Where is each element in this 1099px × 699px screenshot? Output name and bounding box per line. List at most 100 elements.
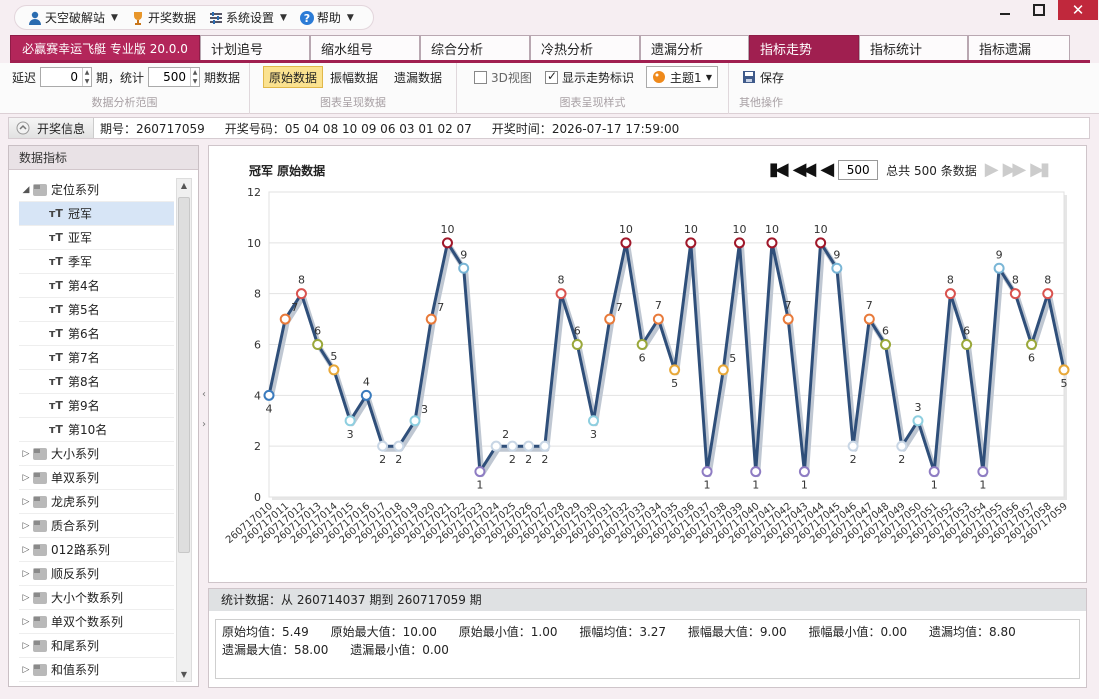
collapsed-triangle-icon[interactable]: ▷ (19, 569, 33, 579)
scroll-down-icon[interactable]: ▼ (177, 670, 191, 679)
missing-data-button[interactable]: 遗漏数据 (389, 66, 447, 88)
tree-group[interactable]: ▷ 大小个数系列 (19, 586, 174, 610)
theme-select[interactable]: 主题1 ▼ (646, 66, 718, 88)
tree-group[interactable]: ▷ 顺反系列 (19, 562, 174, 586)
minimize-button[interactable] (988, 0, 1022, 20)
tab-hot-cold[interactable]: 冷热分析 (530, 35, 640, 61)
tree-item[interactable]: ᴛT 季军 (19, 250, 174, 274)
chevron-right-icon[interactable]: › (200, 410, 208, 440)
tab-indicator-stats[interactable]: 指标统计 (859, 35, 968, 61)
menu-lottery-data[interactable]: 开奖数据 (126, 7, 200, 29)
tree-group[interactable]: ▷ 和尾系列 (19, 634, 174, 658)
show-marker-checkbox[interactable]: 显示走势标识 (540, 66, 639, 88)
tree-item[interactable]: ᴛT 第9名 (19, 394, 174, 418)
next-page-icon[interactable]: ▶ (985, 160, 999, 180)
collapsed-triangle-icon[interactable]: ▷ (19, 641, 33, 651)
collapsed-triangle-icon[interactable]: ▷ (19, 593, 33, 603)
tree-group-label: 大小个数系列 (51, 591, 124, 605)
count-stepper[interactable]: ▲▼ (148, 67, 201, 87)
maximize-button[interactable] (1022, 0, 1056, 20)
prev-fast-icon[interactable]: ◀◀ (793, 160, 817, 180)
tree-group-label: 龙虎系列 (51, 495, 100, 509)
data-label: 4 (266, 402, 273, 415)
view-3d-checkbox[interactable]: 3D视图 (469, 66, 537, 88)
svg-text:?: ? (304, 12, 310, 25)
page-size-input[interactable] (838, 160, 879, 180)
tree-item[interactable]: ᴛT 亚军 (19, 226, 174, 250)
data-point (474, 466, 486, 478)
data-label: 10 (733, 223, 747, 236)
chart-pager: ▮◀ ◀◀ ◀ 总共 500 条数据 ▶ ▶▶ ▶▮ (769, 158, 1050, 182)
tree-group[interactable]: ▷ 龙虎系列 (19, 490, 174, 514)
collapsed-triangle-icon[interactable]: ▷ (19, 545, 33, 555)
stats-panel: 统计数据：从 260714037 期到 260717059 期 原始均值：5.4… (208, 588, 1087, 688)
scroll-up-icon[interactable]: ▲ (177, 181, 191, 190)
tree-group[interactable]: ▷ 质合系列 (19, 514, 174, 538)
data-label: 3 (347, 428, 354, 441)
tree-item[interactable]: ᴛT 第8名 (19, 370, 174, 394)
tree-item[interactable]: ᴛT 第10名 (19, 418, 174, 442)
data-label: 7 (866, 299, 873, 312)
collapsed-triangle-icon[interactable]: ▷ (19, 617, 33, 627)
scrollbar-thumb[interactable] (178, 197, 190, 553)
tab-comprehensive[interactable]: 综合分析 (420, 35, 530, 61)
tree-item[interactable]: ᴛT 第5名 (19, 298, 174, 322)
chart-title: 冠军 原始数据 (249, 164, 326, 178)
tree-group[interactable]: ▷ 单双系列 (19, 466, 174, 490)
collapsed-triangle-icon[interactable]: ▷ (19, 497, 33, 507)
data-label: 4 (363, 375, 370, 388)
tree-item[interactable]: ᴛT 冠军 (19, 202, 174, 226)
tab-missing[interactable]: 遗漏分析 (640, 35, 749, 61)
lottery-info-button[interactable]: 开奖信息 (9, 118, 95, 138)
tree-item[interactable]: ᴛT 第4名 (19, 274, 174, 298)
numbers-info-label: 开奖号码： (224, 121, 285, 136)
menu-help[interactable]: ? 帮助 ▼ (295, 7, 358, 29)
collapsed-triangle-icon[interactable]: ▷ (19, 473, 33, 483)
save-button[interactable]: 保存 (737, 66, 789, 88)
data-label: 7 (291, 301, 298, 314)
collapsed-triangle-icon[interactable]: ▷ (19, 521, 33, 531)
delay-input[interactable] (41, 68, 82, 86)
raw-data-button[interactable]: 原始数据 (263, 66, 324, 88)
close-button[interactable]: ✕ (1058, 0, 1098, 20)
tree-group[interactable]: ▷ 和值系列 (19, 658, 174, 682)
collapsed-triangle-icon[interactable]: ▷ (19, 665, 33, 675)
prev-page-icon[interactable]: ◀ (820, 160, 834, 180)
tree-item[interactable]: ᴛT 第7名 (19, 346, 174, 370)
time-value: 2026-07-17 17:59:00 (551, 121, 680, 136)
tab-indicator-missing[interactable]: 指标遗漏 (968, 35, 1070, 61)
first-page-icon[interactable]: ▮◀ (769, 160, 789, 180)
last-page-icon[interactable]: ▶▮ (1030, 160, 1050, 180)
menu-user[interactable]: 天空破解站 ▼ (23, 7, 122, 29)
maximize-icon (1033, 4, 1045, 16)
amplitude-data-button[interactable]: 振幅数据 (325, 66, 383, 88)
tree-item[interactable]: ᴛT 第6名 (19, 322, 174, 346)
data-label: 6 (574, 325, 581, 338)
expanded-triangle-icon[interactable]: ◢ (19, 185, 33, 195)
data-point (734, 237, 746, 249)
tree-group[interactable]: ◢ 定位系列 (19, 178, 174, 202)
stepper-arrows-icon[interactable]: ▲ ▼ (190, 68, 199, 86)
tab-indicator-trend[interactable]: 指标走势 (749, 35, 859, 61)
menu-settings[interactable]: 系统设置 ▼ (204, 7, 291, 29)
folder-icon (33, 447, 47, 460)
count-input[interactable] (149, 68, 190, 86)
chevron-left-icon[interactable]: ‹ (200, 380, 208, 410)
tree-group[interactable]: ▷ 大小系列 (19, 442, 174, 466)
data-caption: 图表呈现数据 (320, 96, 386, 109)
panel-splitter[interactable]: ‹ › (200, 380, 208, 440)
collapsed-triangle-icon[interactable]: ▷ (19, 449, 33, 459)
delay-stepper[interactable]: ▲▼ (40, 67, 93, 87)
tab-plan[interactable]: 计划追号 (200, 35, 310, 61)
data-point (977, 466, 989, 478)
period-info-label: 期号： (100, 121, 137, 136)
tree-group[interactable]: ▷ 012路系列 (19, 538, 174, 562)
next-fast-icon[interactable]: ▶▶ (1003, 160, 1027, 180)
tree-group[interactable]: ▷ 单双个数系列 (19, 610, 174, 634)
stepper-arrows-icon[interactable]: ▲ ▼ (81, 68, 91, 86)
data-point (750, 466, 762, 478)
data-point (425, 313, 437, 325)
tree-scrollbar[interactable]: ▲ ▼ (176, 178, 192, 682)
trophy-icon (133, 11, 142, 25)
tab-shrink[interactable]: 缩水组号 (310, 35, 420, 61)
